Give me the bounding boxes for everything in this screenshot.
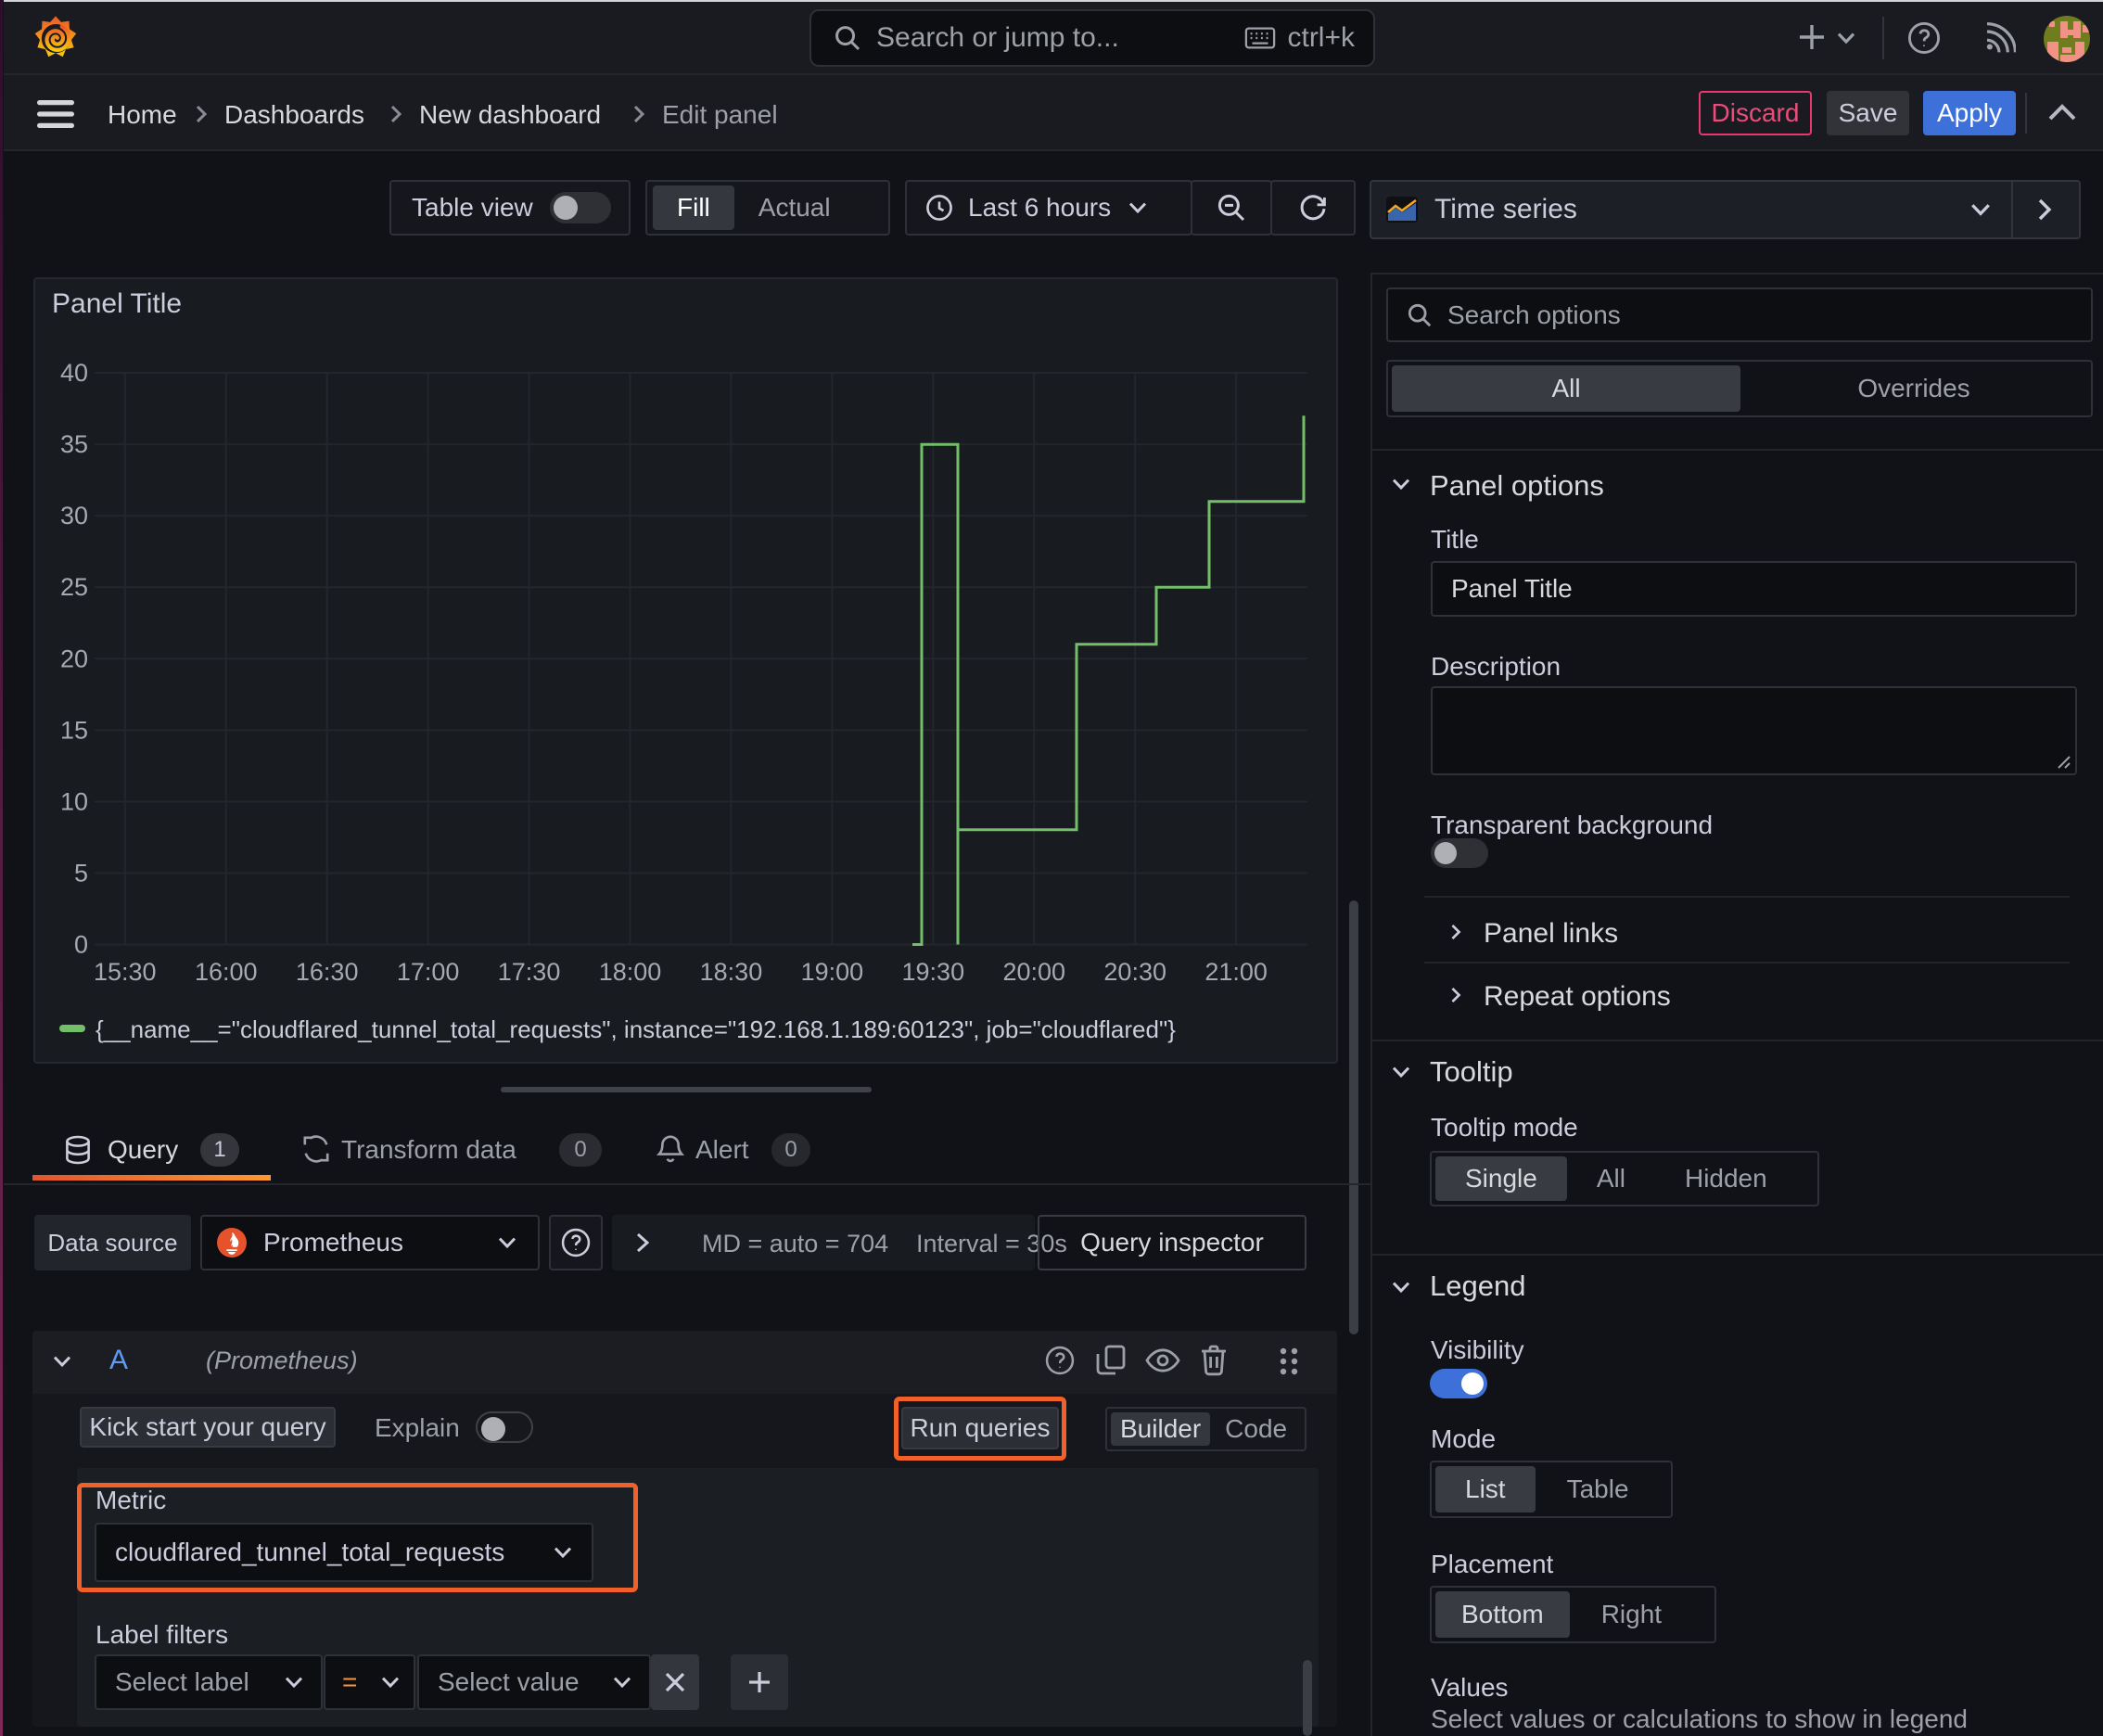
svg-text:18:30: 18:30: [700, 958, 763, 986]
svg-text:18:00: 18:00: [599, 958, 662, 986]
svg-text:15: 15: [60, 716, 88, 744]
svg-text:20:30: 20:30: [1103, 958, 1166, 986]
svg-text:35: 35: [60, 430, 88, 458]
svg-text:{__name__="cloudflared_tunnel_: {__name__="cloudflared_tunnel_total_requ…: [96, 1015, 1176, 1043]
svg-text:19:30: 19:30: [902, 958, 965, 986]
svg-text:21:00: 21:00: [1204, 958, 1268, 986]
svg-text:16:00: 16:00: [195, 958, 258, 986]
svg-text:10: 10: [60, 787, 88, 815]
svg-text:20: 20: [60, 645, 88, 672]
svg-text:5: 5: [74, 859, 88, 887]
svg-text:17:30: 17:30: [498, 958, 561, 986]
svg-text:19:00: 19:00: [801, 958, 864, 986]
svg-text:0: 0: [74, 931, 88, 959]
svg-text:15:30: 15:30: [94, 958, 157, 986]
svg-text:16:30: 16:30: [296, 958, 359, 986]
svg-text:20:00: 20:00: [1002, 958, 1065, 986]
svg-text:25: 25: [60, 573, 88, 601]
svg-text:17:00: 17:00: [397, 958, 460, 986]
svg-text:Panel Title: Panel Title: [52, 288, 182, 319]
svg-text:40: 40: [60, 359, 88, 387]
svg-text:30: 30: [60, 502, 88, 530]
